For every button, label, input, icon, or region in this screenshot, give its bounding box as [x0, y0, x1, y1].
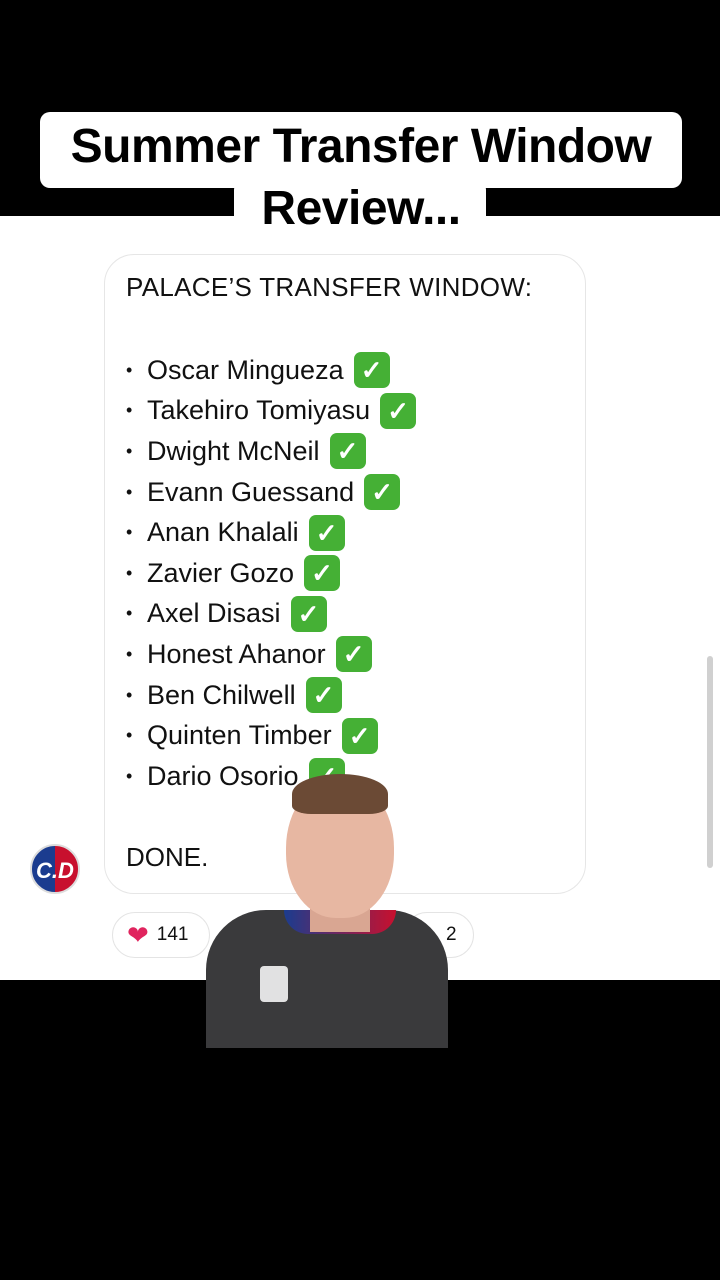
caption-line-1: Summer Transfer Window — [70, 120, 652, 173]
bullet: • — [126, 522, 133, 543]
player-name: Evann Guessand — [147, 476, 355, 507]
player-name: Takehiro Tomiyasu — [147, 395, 371, 426]
check-icon: ✓ — [335, 636, 372, 673]
caption-line-2: Review... — [261, 182, 461, 235]
check-icon: ✓ — [329, 433, 366, 470]
transfer-list: • Oscar Mingueza ✓ • Takehiro Tomiyasu ✓ • Dw… — [126, 350, 417, 797]
list-item: • Ben Chilwell ✓ — [126, 675, 416, 716]
bullet: • — [126, 643, 133, 664]
like-reaction-pill[interactable]: ❤ 141 — [112, 912, 210, 958]
bullet: • — [126, 765, 133, 786]
heart-icon: ❤ — [127, 919, 149, 950]
player-name: Zavier Gozo — [147, 557, 295, 588]
check-icon: ✓ — [353, 352, 390, 389]
bullet: • — [126, 603, 133, 624]
list-item: • Quinten Timber ✓ — [126, 715, 416, 756]
list-item: • Anan Khalali ✓ — [126, 512, 416, 553]
player-name: Dwight McNeil — [147, 435, 320, 466]
bullet: • — [126, 400, 133, 421]
list-item: • Axel Disasi ✓ — [126, 594, 416, 635]
player-name: Quinten Timber — [147, 720, 332, 751]
like-count: 141 — [156, 924, 189, 945]
list-item: • Oscar Mingueza ✓ — [126, 350, 416, 391]
bullet: • — [126, 440, 133, 461]
video-caption: Summer Transfer Window Review... — [40, 116, 682, 240]
bullet: • — [126, 562, 133, 583]
check-icon: ✓ — [364, 474, 401, 511]
club-crest-icon — [260, 966, 288, 1002]
player-name: Ben Chilwell — [147, 679, 296, 710]
bullet: • — [126, 481, 133, 502]
player-name: Oscar Mingueza — [147, 354, 344, 385]
player-name: Anan Khalali — [147, 517, 299, 548]
player-name: Honest Ahanor — [147, 638, 326, 669]
check-icon: ✓ — [308, 514, 345, 551]
check-icon: ✓ — [305, 677, 342, 714]
bullet: • — [126, 725, 133, 746]
list-item: • Dwight McNeil ✓ — [126, 431, 416, 472]
post-footer: DONE. — [126, 842, 209, 872]
list-item: • Evann Guessand ✓ — [126, 472, 416, 513]
bullet: • — [126, 359, 133, 380]
avatar[interactable]: C.D — [30, 844, 80, 894]
scrollbar[interactable] — [707, 656, 713, 868]
list-item: • Honest Ahanor ✓ — [126, 634, 416, 675]
list-item: • Zavier Gozo ✓ — [126, 553, 416, 594]
check-icon: ✓ — [380, 392, 417, 429]
player-name: Axel Disasi — [147, 598, 281, 629]
list-item: • Takehiro Tomiyasu ✓ — [126, 391, 417, 432]
presenter-hair — [292, 774, 388, 814]
presenter-video-overlay — [206, 770, 448, 1048]
bullet: • — [126, 684, 133, 705]
post-header: PALACE’S TRANSFER WINDOW: — [126, 272, 533, 302]
check-icon: ✓ — [341, 717, 378, 754]
check-icon: ✓ — [290, 595, 327, 632]
check-icon: ✓ — [304, 555, 341, 592]
